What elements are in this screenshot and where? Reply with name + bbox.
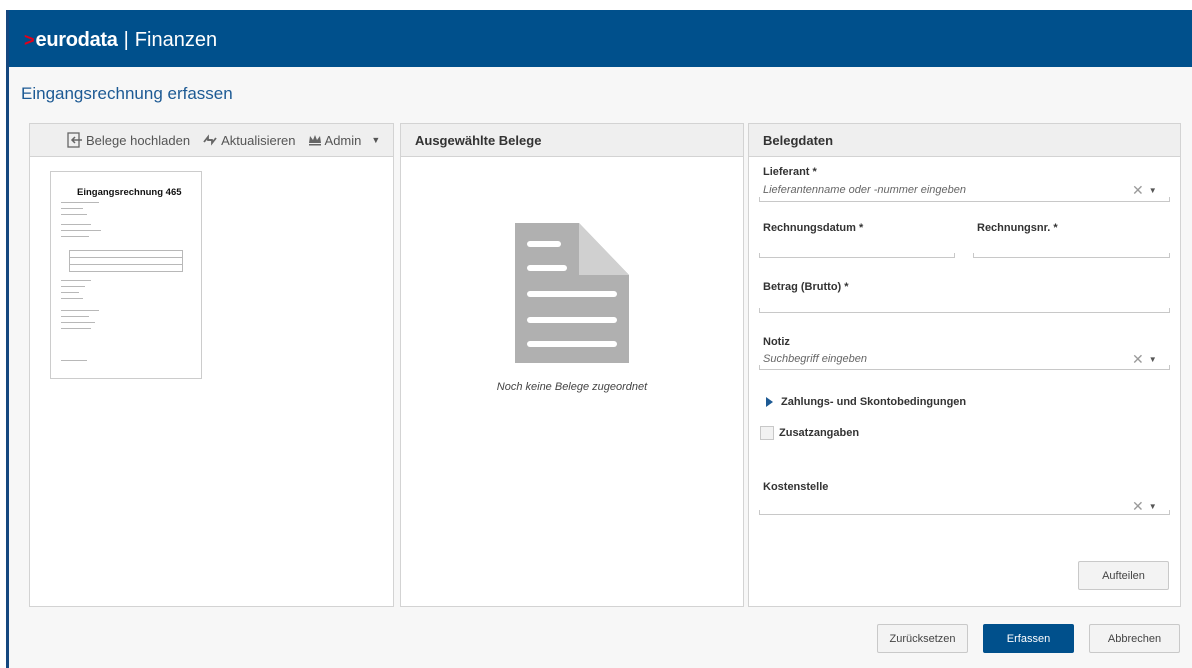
invoice-number-input[interactable] <box>973 253 1170 258</box>
chevron-down-icon[interactable]: ▼ <box>1149 186 1157 195</box>
submit-button[interactable]: Erfassen <box>983 624 1074 653</box>
supplier-controls: ✕ ▼ <box>1132 182 1157 199</box>
admin-label: Admin <box>324 132 362 148</box>
payment-terms-label: Zahlungs- und Skontobedingungen <box>781 396 967 408</box>
document-data-title: Belegdaten <box>763 132 834 148</box>
app-logo[interactable]: >eurodata | Finanzen <box>24 29 217 52</box>
document-thumbnail-title: Eingangsrechnung 465 <box>77 187 182 198</box>
documents-panel: Belege hochladen Aktualisieren Admin ▼ E… <box>29 123 394 607</box>
supplier-label: Lieferant * <box>763 166 817 178</box>
cancel-button[interactable]: Abbrechen <box>1089 624 1180 653</box>
crown-icon <box>308 135 321 146</box>
document-thumbnail-table <box>69 250 183 272</box>
documents-toolbar: Belege hochladen Aktualisieren Admin ▼ <box>30 124 393 157</box>
app-name: Finanzen <box>134 29 218 51</box>
expand-triangle-icon <box>766 397 773 407</box>
note-controls: ✕ ▼ <box>1132 351 1157 368</box>
refresh-icon <box>203 134 217 146</box>
upload-icon <box>67 132 82 148</box>
split-button[interactable]: Aufteilen <box>1078 561 1169 590</box>
logo-brand: eurodata <box>35 29 118 51</box>
chevron-down-icon[interactable]: ▼ <box>1149 355 1157 364</box>
empty-state-message: Noch keine Belege zugeordnet <box>496 381 648 393</box>
payment-terms-toggle[interactable]: Zahlungs- und Skontobedingungen <box>766 396 966 408</box>
gross-amount-label: Betrag (Brutto) * <box>763 281 849 293</box>
supplier-placeholder: Lieferantenname oder -nummer eingeben <box>763 184 967 196</box>
app-header: >eurodata | Finanzen <box>9 10 1192 67</box>
note-input[interactable] <box>759 365 1170 370</box>
upload-label: Belege hochladen <box>86 132 191 148</box>
gross-amount-input[interactable] <box>759 308 1170 313</box>
cost-center-label: Kostenstelle <box>763 481 829 493</box>
reset-button[interactable]: Zurücksetzen <box>877 624 968 653</box>
document-data-panel: Belegdaten Lieferant * Lieferantenname o… <box>748 123 1181 607</box>
logo-separator: | <box>123 29 129 51</box>
invoice-date-input[interactable] <box>759 253 955 258</box>
invoice-date-label: Rechnungsdatum * <box>763 222 864 234</box>
clear-icon[interactable]: ✕ <box>1132 182 1144 199</box>
page-title: Eingangsrechnung erfassen <box>21 84 233 103</box>
document-icon <box>515 223 629 363</box>
cost-center-input[interactable] <box>759 510 1170 515</box>
additional-info-label: Zusatzangaben <box>779 427 860 439</box>
chevron-down-icon[interactable]: ▼ <box>1149 502 1157 511</box>
invoice-number-label: Rechnungsnr. * <box>977 222 1058 234</box>
note-placeholder: Suchbegriff eingeben <box>763 353 867 365</box>
clear-icon[interactable]: ✕ <box>1132 351 1144 368</box>
cost-center-controls: ✕ ▼ <box>1132 498 1157 515</box>
selected-documents-panel: Ausgewählte Belege Noch keine Belege zug… <box>400 123 744 607</box>
note-label: Notiz <box>763 336 790 348</box>
additional-info-checkbox[interactable] <box>760 426 774 440</box>
supplier-input[interactable] <box>759 197 1170 202</box>
document-thumbnail[interactable]: Eingangsrechnung 465 <box>50 171 202 379</box>
logo-chevron: > <box>24 30 35 50</box>
additional-info-row: Zusatzangaben <box>760 426 859 440</box>
selected-documents-title: Ausgewählte Belege <box>415 132 542 148</box>
refresh-label: Aktualisieren <box>221 132 296 148</box>
refresh-button[interactable]: Aktualisieren <box>202 132 296 148</box>
clear-icon[interactable]: ✕ <box>1132 498 1144 515</box>
chevron-down-icon: ▼ <box>371 135 381 145</box>
admin-menu-button[interactable]: Admin ▼ <box>308 132 381 148</box>
upload-button[interactable]: Belege hochladen <box>67 132 190 148</box>
